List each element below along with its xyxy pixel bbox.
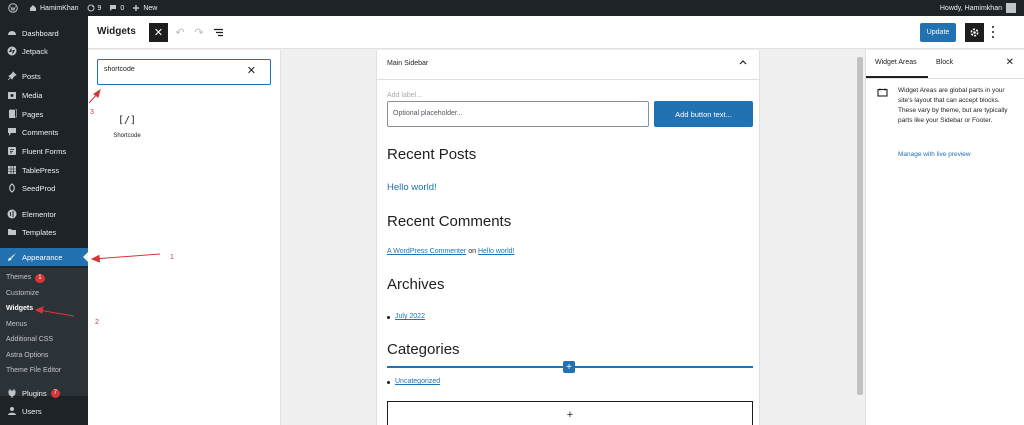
- arrow-line-1: [93, 253, 161, 260]
- annotation-number-3: 3: [90, 109, 94, 116]
- arrow-line-2: [37, 309, 75, 317]
- annotation-number-2: 2: [95, 319, 99, 326]
- annotation-arrows: [34, 88, 161, 317]
- arrow-head-2: [34, 306, 44, 314]
- annotation-number-1: 1: [170, 254, 174, 261]
- arrow-head-1: [90, 254, 101, 263]
